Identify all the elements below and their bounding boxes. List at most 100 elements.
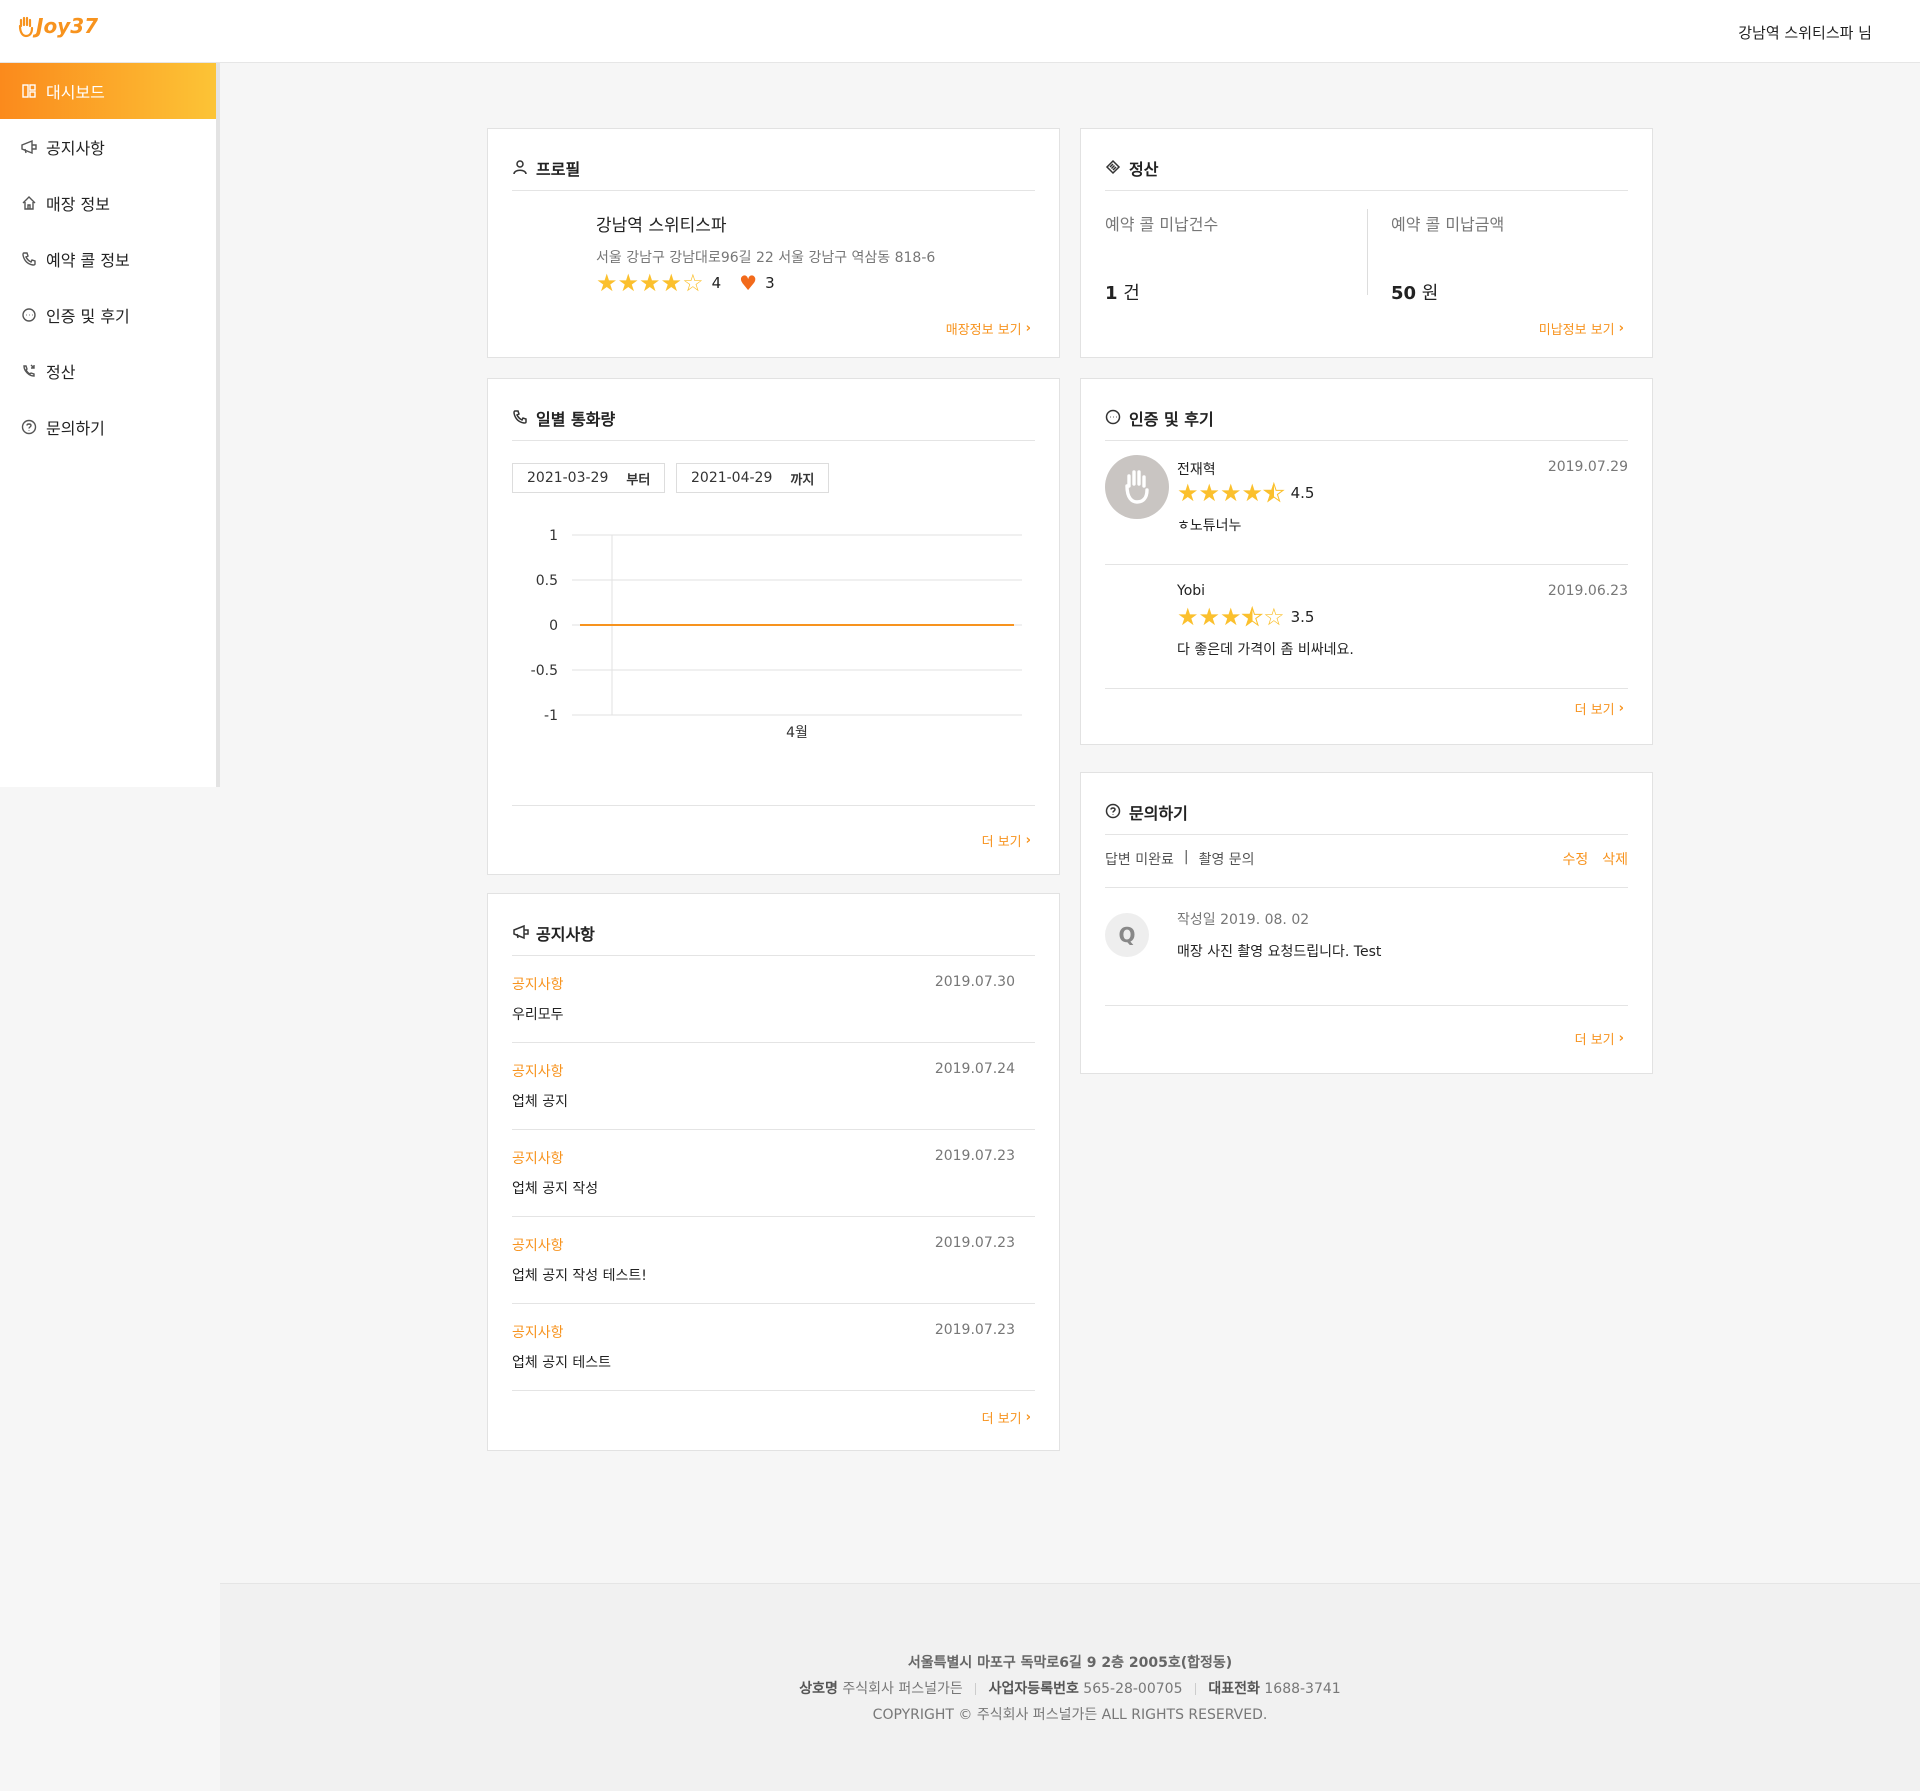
store-name: 강남역 스위티스파: [596, 216, 727, 236]
top-header: Joy37 강남역 스위티스파 님: [0, 0, 1920, 63]
from-date: 2021-03-29: [527, 470, 609, 486]
divider: [1105, 1005, 1628, 1006]
review-item[interactable]: 전재혁 2019.07.29 ★ ★ ★ ★ ★ 4.5 ㅎ노튜너누: [1105, 441, 1628, 565]
rating-value: 4.5: [1290, 484, 1315, 502]
phone-transfer-icon: [20, 362, 38, 380]
star-full-icon: ★: [1177, 479, 1199, 507]
star-full-icon: ★: [1220, 603, 1242, 631]
sidebar-item-label: 인증 및 후기: [46, 307, 130, 326]
inquiry-more-link[interactable]: 더 보기 ›: [1575, 1029, 1624, 1048]
inquiry-card: 문의하기 답변 미완료 | 촬영 문의 수정 삭제 Q 작성일 2019. 08…: [1080, 772, 1653, 1074]
sidebar-item-label: 예약 콜 정보: [46, 251, 130, 270]
reviews-more-link[interactable]: 더 보기 ›: [1575, 699, 1624, 718]
calls-more-link[interactable]: 더 보기 ›: [982, 831, 1031, 850]
count-number: 1: [1105, 283, 1118, 304]
from-date-field[interactable]: 2021-03-29 부터: [512, 463, 666, 493]
notice-title: 업체 공지 테스트: [512, 1355, 612, 1371]
notice-title: 업체 공지: [512, 1094, 568, 1110]
card-title-text: 일별 통화량: [536, 409, 616, 429]
hand-icon: [1125, 470, 1149, 504]
card-title-text: 공지사항: [536, 924, 595, 944]
count-unit: 건: [1123, 283, 1140, 304]
chevron-right-icon: ›: [1618, 321, 1624, 336]
card-title: 일별 통화량: [512, 395, 1035, 441]
review-text: ㅎ노튜너누: [1177, 518, 1242, 534]
chevron-right-icon: ›: [1618, 1031, 1624, 1046]
sidebar-item-inquiry[interactable]: 문의하기: [0, 399, 216, 455]
y-tick-label: -0.5: [531, 663, 558, 679]
inquiry-actions: 수정 삭제: [1562, 849, 1628, 869]
to-date: 2021-04-29: [691, 470, 773, 486]
sidebar-item-label: 문의하기: [46, 419, 105, 438]
link-label: 더 보기: [1574, 703, 1615, 718]
to-suffix: 까지: [790, 472, 815, 488]
reviews-card: 인증 및 후기 전재혁 2019.07.29 ★ ★ ★ ★ ★ 4.5 ㅎ노튜…: [1080, 378, 1653, 745]
notice-item[interactable]: 공지사항 2019.07.24 업체 공지: [512, 1043, 1035, 1130]
phone-icon: [512, 409, 530, 427]
sidebar-item-settlement[interactable]: 정산: [0, 343, 216, 399]
store-info-link[interactable]: 매장정보 보기 ›: [946, 319, 1031, 338]
rating-value: 3.5: [1290, 608, 1315, 626]
footer: 서울특별시 마포구 독막로6길 9 2층 2005호(합정동) 상호명 주식회사…: [220, 1583, 1920, 1791]
company-label: 상호명: [799, 1681, 838, 1697]
link-label: 매장정보 보기: [945, 323, 1022, 338]
unpaid-info-link[interactable]: 미납정보 보기 ›: [1539, 319, 1624, 338]
sidebar-item-call-info[interactable]: 예약 콜 정보: [0, 231, 216, 287]
logo[interactable]: Joy37: [18, 14, 98, 38]
notice-category: 공지사항: [512, 1325, 564, 1341]
megaphone-icon: [20, 138, 38, 156]
settlement-icon: [1105, 159, 1123, 177]
x-tick-label: 4월: [786, 725, 808, 741]
sidebar-item-label: 대시보드: [46, 83, 105, 102]
megaphone-icon: [512, 924, 530, 942]
to-date-field[interactable]: 2021-04-29 까지: [676, 463, 830, 493]
inquiry-text[interactable]: 매장 사진 촬영 요청드립니다. Test: [1177, 941, 1381, 961]
logo-text: Joy37: [36, 14, 99, 38]
star-half-icon: ★: [1241, 603, 1264, 631]
notice-item[interactable]: 공지사항 2019.07.23 업체 공지 작성 테스트!: [512, 1217, 1035, 1304]
notice-item[interactable]: 공지사항 2019.07.23 업체 공지 작성: [512, 1130, 1035, 1217]
notice-item[interactable]: 공지사항 2019.07.23 업체 공지 테스트: [512, 1304, 1035, 1391]
unpaid-count-value: 1 건: [1105, 279, 1218, 305]
notices-more-link[interactable]: 더 보기 ›: [982, 1408, 1031, 1427]
star-full-icon: ★: [660, 269, 683, 297]
unpaid-count-label: 예약 콜 미납건수: [1105, 215, 1219, 234]
sidebar-item-label: 매장 정보: [46, 195, 110, 214]
sidebar-item-dashboard[interactable]: 대시보드: [0, 63, 216, 119]
main-content: 프로필 강남역 스위티스파 서울 강남구 강남대로96길 22 서울 강남구 역…: [220, 63, 1920, 1583]
inquiry-status-row: 답변 미완료 | 촬영 문의: [1105, 849, 1255, 869]
chevron-right-icon: ›: [1025, 833, 1031, 848]
unpaid-amount: 예약 콜 미납금액 50 원: [1391, 211, 1504, 305]
review-rating: ★ ★ ★ ★ ★ 4.5: [1177, 479, 1315, 507]
notice-date: 2019.07.23: [934, 1148, 1015, 1164]
link-label: 미납정보 보기: [1538, 323, 1615, 338]
review-item[interactable]: Yobi 2019.06.23 ★ ★ ★ ★ ☆ 3.5 다 좋은데 가격이 …: [1105, 565, 1628, 689]
company-name: 주식회사 퍼스널가든: [842, 1681, 963, 1697]
settlement-card: 정산 예약 콜 미납건수 1 건 예약 콜 미납금액 50 원 미납정보 보기 ›: [1080, 128, 1653, 358]
link-label: 더 보기: [981, 1412, 1022, 1427]
notice-category: 공지사항: [512, 1151, 564, 1167]
delete-button[interactable]: 삭제: [1602, 849, 1628, 869]
link-label: 더 보기: [1574, 1033, 1615, 1048]
notice-item[interactable]: 공지사항 2019.07.30 우리모두: [512, 956, 1035, 1043]
sidebar-item-label: 정산: [46, 363, 76, 382]
y-tick-label: -1: [544, 708, 558, 724]
star-full-icon: ★: [1241, 479, 1264, 507]
store-address: 서울 강남구 강남대로96길 22 서울 강남구 역삼동 818-6: [596, 250, 936, 266]
footer-company-info: 상호명 주식회사 퍼스널가든 사업자등록번호 565-28-00705 대표전화…: [220, 1678, 1920, 1698]
like-count: 3: [765, 274, 775, 292]
from-suffix: 부터: [626, 472, 651, 488]
sidebar-item-label: 공지사항: [46, 139, 105, 158]
notice-date: 2019.07.23: [934, 1235, 1015, 1251]
sidebar-item-notices[interactable]: 공지사항: [0, 119, 216, 175]
sidebar-item-store-info[interactable]: 매장 정보: [0, 175, 216, 231]
notice-date: 2019.07.30: [934, 974, 1015, 990]
notice-category: 공지사항: [512, 1064, 564, 1080]
user-name[interactable]: 강남역 스위티스파 님: [1738, 22, 1872, 43]
chevron-right-icon: ›: [1618, 701, 1624, 716]
edit-button[interactable]: 수정: [1562, 849, 1588, 869]
daily-calls-card: 일별 통화량 2021-03-29 부터 2021-04-29 까지 1 0.5 0…: [487, 378, 1060, 875]
sidebar-item-reviews[interactable]: 인증 및 후기: [0, 287, 216, 343]
card-title: 프로필: [512, 145, 1035, 191]
question-icon: [20, 418, 38, 436]
